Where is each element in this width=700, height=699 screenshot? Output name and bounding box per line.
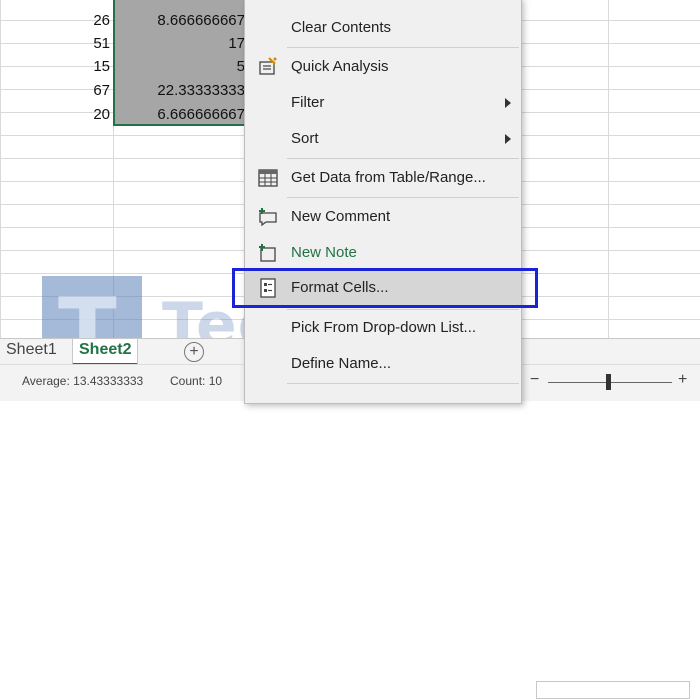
horizontal-scrollbar[interactable] <box>536 681 690 699</box>
table-row: 51 17 <box>0 32 248 55</box>
menu-item-label: Filter <box>291 94 325 111</box>
note-icon <box>257 243 279 263</box>
cell-a[interactable]: 67 <box>0 79 110 102</box>
submenu-arrow-icon <box>505 98 511 108</box>
menu-item-filter[interactable]: Filter <box>245 86 521 120</box>
column-divider <box>608 0 609 338</box>
table-row: 26 8.666666667 <box>0 9 248 32</box>
status-average: Average: 13.43333333 <box>22 374 144 388</box>
menu-item-label: Clear Contents <box>291 19 392 36</box>
menu-item-label: New Note <box>291 244 357 261</box>
cell-a[interactable]: 15 <box>0 55 110 78</box>
context-menu: Clear Contents Quick Analysis Filter Sor… <box>244 0 522 404</box>
cell-b[interactable]: 22.33333333 <box>114 79 245 102</box>
zoom-slider-thumb[interactable] <box>606 374 611 390</box>
submenu-arrow-icon <box>505 134 511 144</box>
menu-item-get-data[interactable]: Get Data from Table/Range... <box>245 161 521 195</box>
menu-separator <box>287 197 519 198</box>
table-row: 20 6.666666667 <box>0 103 248 126</box>
comment-icon <box>257 207 279 227</box>
quick-analysis-icon <box>257 57 279 77</box>
annotation-highlight-box <box>232 268 538 308</box>
menu-item-quick-analysis[interactable]: Quick Analysis <box>245 50 521 84</box>
zoom-in-button[interactable]: + <box>678 371 687 389</box>
table-row: 67 22.33333333 <box>0 79 248 102</box>
add-sheet-button[interactable]: + <box>184 342 204 362</box>
cell-b[interactable]: 6.666666667 <box>114 103 245 126</box>
menu-separator <box>287 383 519 384</box>
cell-a[interactable]: 51 <box>0 32 110 55</box>
cell-b[interactable]: 8.666666667 <box>114 9 245 32</box>
table-icon <box>257 168 279 188</box>
menu-item-label: Get Data from Table/Range... <box>291 169 486 186</box>
tab-sheet2[interactable]: Sheet2 <box>72 339 139 366</box>
menu-separator <box>287 47 519 48</box>
menu-item-sort[interactable]: Sort <box>245 122 521 156</box>
table-row: 15 5 <box>0 55 248 78</box>
menu-item-label: Pick From Drop-down List... <box>291 319 477 336</box>
tab-sheet1[interactable]: Sheet1 <box>0 339 63 363</box>
cell-a[interactable]: 26 <box>0 9 110 32</box>
cell-b[interactable]: 17 <box>114 32 245 55</box>
menu-separator <box>287 158 519 159</box>
menu-item-define-name[interactable]: Define Name... <box>245 347 521 381</box>
menu-item-label: Sort <box>291 130 319 147</box>
menu-separator <box>287 309 519 310</box>
status-count: Count: 10 <box>170 374 223 388</box>
menu-item-new-note[interactable]: New Note <box>245 236 521 270</box>
menu-item-label: New Comment <box>291 208 391 225</box>
cell-b[interactable]: 5 <box>114 55 245 78</box>
menu-item-pick-from-list[interactable]: Pick From Drop-down List... <box>245 311 521 345</box>
menu-item-label: Define Name... <box>291 355 392 372</box>
cell-a[interactable]: 20 <box>0 103 110 126</box>
zoom-out-button[interactable]: − <box>530 371 539 389</box>
menu-item-new-comment[interactable]: New Comment <box>245 200 521 234</box>
menu-item-clear-contents[interactable]: Clear Contents <box>245 11 521 45</box>
menu-item-label: Quick Analysis <box>291 58 389 75</box>
